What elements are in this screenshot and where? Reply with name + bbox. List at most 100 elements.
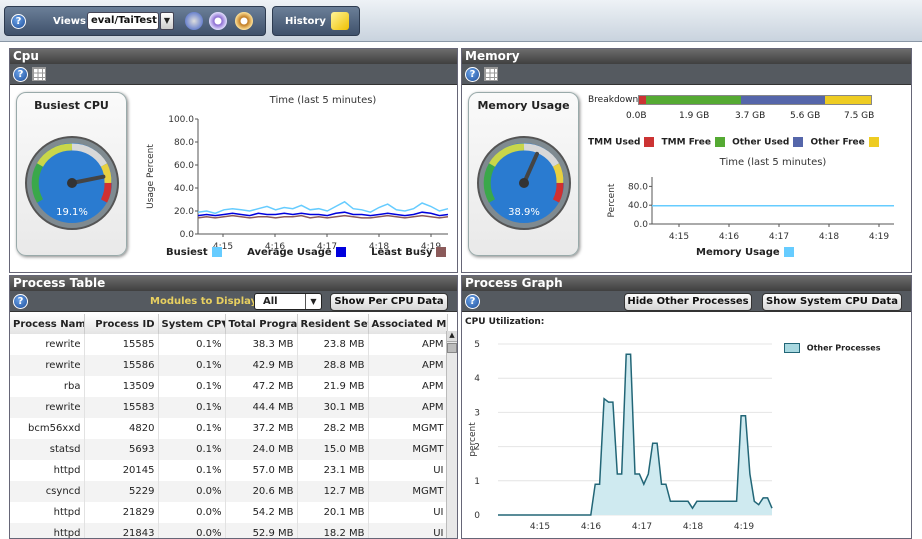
breakdown-segment xyxy=(741,96,825,104)
busiest-cpu-dial: 19.1% xyxy=(25,136,119,230)
y-tick-label: 4 xyxy=(474,374,480,384)
memory-breakdown-legend: TMM Used TMM Free Other Used Other Free xyxy=(588,137,908,148)
table-cell: 20145 xyxy=(84,460,159,481)
table-cell: rewrite xyxy=(10,355,85,376)
process-graph-help-icon[interactable]: ? xyxy=(465,294,480,309)
breakdown-segment xyxy=(639,96,646,104)
series-line-busiest xyxy=(197,200,449,215)
legend-average: Average Usage xyxy=(247,247,332,258)
table-cell: 20.6 MB xyxy=(225,481,298,502)
legend-busiest: Busiest xyxy=(166,247,208,258)
x-tick-label: 4:17 xyxy=(769,232,789,242)
legend-busiest-swatch xyxy=(211,247,222,257)
column-header[interactable]: Process ID xyxy=(84,314,159,334)
view-dropdown-button[interactable]: ▼ xyxy=(160,12,174,30)
gear-settings-icon[interactable] xyxy=(235,12,253,30)
table-row[interactable]: csyncd 5229 0.0% 20.6 MB 12.7 MB MGMT xyxy=(10,481,448,502)
x-tick-label: 4:18 xyxy=(819,232,839,242)
table-row[interactable]: httpd 21843 0.0% 52.9 MB 18.2 MB UI xyxy=(10,523,448,538)
x-tick-label: 4:16 xyxy=(581,522,601,532)
table-cell: 0.1% xyxy=(158,397,226,418)
table-row[interactable]: rba 13509 0.1% 47.2 MB 21.9 MB APM xyxy=(10,376,448,397)
series-line-least-busy xyxy=(197,214,449,219)
memory-help-icon[interactable]: ? xyxy=(465,67,480,82)
table-row[interactable]: rewrite 15586 0.1% 42.9 MB 28.8 MB APM xyxy=(10,355,448,376)
table-cell: 13509 xyxy=(84,376,159,397)
table-row[interactable]: rewrite 15585 0.1% 38.3 MB 23.8 MB APM xyxy=(10,334,448,355)
busiest-cpu-value: 19.1% xyxy=(56,207,88,218)
cpu-help-icon[interactable]: ? xyxy=(13,67,28,82)
cpu-grid-icon[interactable] xyxy=(32,67,46,81)
table-cell: 38.3 MB xyxy=(225,334,298,355)
table-cell: UI xyxy=(368,523,448,538)
table-row[interactable]: statsd 5693 0.1% 24.0 MB 15.0 MB MGMT xyxy=(10,439,448,460)
table-cell: 28.8 MB xyxy=(297,355,369,376)
x-tick-label: 4:15 xyxy=(669,232,689,242)
y-tick-label: 20.0 xyxy=(174,207,194,217)
chevron-down-icon[interactable]: ▼ xyxy=(305,294,321,309)
table-row[interactable]: bcm56xxd 4820 0.1% 37.2 MB 28.2 MB MGMT xyxy=(10,418,448,439)
process-table-help-icon[interactable]: ? xyxy=(13,294,28,309)
process-table: Process Nam Process ID System CP▼ Total Pro… xyxy=(10,314,448,538)
show-per-cpu-button[interactable]: Show Per CPU Data xyxy=(330,293,448,311)
breakdown-tick: 3.7 GB xyxy=(735,111,766,121)
process-table-toolbar: ? Modules to Display: All ▼ Show Per CPU… xyxy=(10,291,457,312)
cpu-toolbar: ? xyxy=(10,64,457,85)
legend-tmm-free-swatch xyxy=(714,137,725,147)
table-row[interactable]: httpd 20145 0.1% 57.0 MB 23.1 MB UI xyxy=(10,460,448,481)
scroll-thumb[interactable] xyxy=(447,343,457,353)
memory-toolbar: ? xyxy=(462,64,911,85)
table-cell: 5693 xyxy=(84,439,159,460)
home-icon[interactable] xyxy=(185,12,203,30)
help-icon[interactable]: ? xyxy=(11,14,26,29)
column-header[interactable]: Resident Set xyxy=(297,314,369,334)
x-tick-label: 4:15 xyxy=(530,522,550,532)
view-select[interactable]: eval/TaiTest xyxy=(87,12,159,30)
process-table-scrollbar[interactable]: ▲ xyxy=(446,331,457,538)
table-cell: 21.9 MB xyxy=(297,376,369,397)
table-cell: 15583 xyxy=(84,397,159,418)
table-row[interactable]: rewrite 15583 0.1% 44.4 MB 30.1 MB APM xyxy=(10,397,448,418)
legend-memory-usage: Memory Usage xyxy=(696,247,780,258)
history-icon[interactable] xyxy=(331,12,349,30)
memory-value: 38.9% xyxy=(508,207,540,218)
chart-title: Time (last 5 minutes) xyxy=(269,95,377,106)
hide-other-processes-button[interactable]: Hide Other Processes xyxy=(624,293,752,311)
scroll-up-arrow[interactable]: ▲ xyxy=(447,331,457,342)
memory-panel: Memory ? Memory Usage 38.9% Breakdown 0.… xyxy=(461,48,912,273)
legend-tmm-free: TMM Free xyxy=(661,137,711,148)
breakdown-tick: 5.6 GB xyxy=(790,111,821,121)
table-cell: APM xyxy=(368,334,448,355)
y-tick-label: 40.0 xyxy=(628,201,648,211)
legend-least-swatch xyxy=(436,247,447,257)
table-row[interactable]: httpd 21829 0.0% 54.2 MB 20.1 MB UI xyxy=(10,502,448,523)
show-system-cpu-button[interactable]: Show System CPU Data xyxy=(762,293,902,311)
table-cell: 15.0 MB xyxy=(297,439,369,460)
table-cell: 0.1% xyxy=(158,355,226,376)
table-cell: 0.0% xyxy=(158,523,226,538)
legend-other-used: Other Used xyxy=(732,137,790,148)
legend-other-processes-swatch xyxy=(784,343,800,353)
table-cell: 0.1% xyxy=(158,460,226,481)
gear-icon[interactable] xyxy=(209,12,227,30)
modules-select-value: All xyxy=(263,296,278,307)
column-header[interactable]: Total Progra xyxy=(225,314,298,334)
y-tick-label: 60.0 xyxy=(174,161,194,171)
cpu-title: Cpu xyxy=(10,49,457,64)
table-cell: 30.1 MB xyxy=(297,397,369,418)
table-cell: 44.4 MB xyxy=(225,397,298,418)
process-graph-legend: Other Processes xyxy=(780,343,880,353)
column-header[interactable]: Process Nam xyxy=(10,314,85,334)
legend-other-free-swatch xyxy=(868,137,879,147)
column-header[interactable]: System CP▼ xyxy=(158,314,226,334)
table-cell: rewrite xyxy=(10,334,85,355)
table-cell: 15586 xyxy=(84,355,159,376)
cpu-utilization-label: CPU Utilization: xyxy=(465,317,545,327)
table-cell: UI xyxy=(368,460,448,481)
modules-select[interactable]: All ▼ xyxy=(254,293,322,310)
column-header[interactable]: Associated M xyxy=(368,314,448,334)
y-tick-label: 100.0 xyxy=(168,115,194,125)
memory-grid-icon[interactable] xyxy=(484,67,498,81)
table-cell: 0.1% xyxy=(158,376,226,397)
history-label[interactable]: History xyxy=(285,16,326,27)
